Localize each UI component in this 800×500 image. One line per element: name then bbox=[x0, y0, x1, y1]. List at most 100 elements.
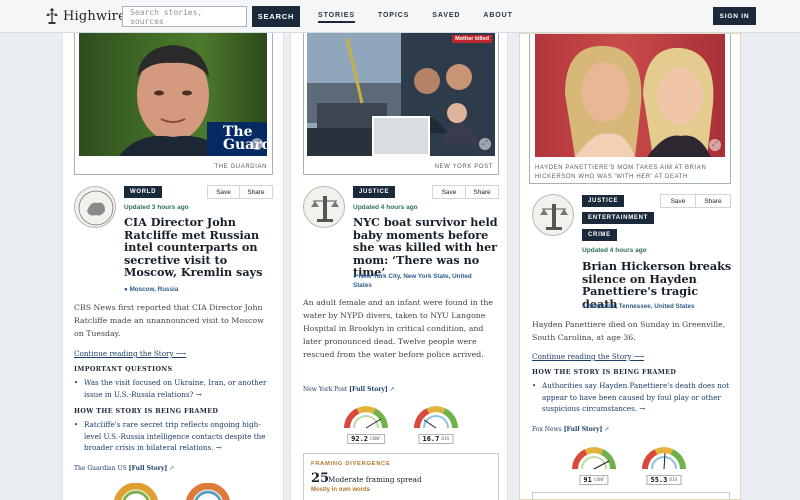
framing-divergence-box[interactable]: FRAMING DIVERGENCE 25 Moderate framing s… bbox=[303, 453, 499, 500]
photo-caption: HAYDEN PANETTIERE'S MOM TAKES AIM AT BRI… bbox=[535, 165, 707, 180]
share-button[interactable]: Share bbox=[465, 185, 499, 199]
external-link-icon: ↗ bbox=[169, 465, 175, 472]
story-photo[interactable]: ⤢ bbox=[535, 34, 725, 157]
gauge-number: 16.7 bbox=[422, 435, 440, 443]
summary: CBS News first reported that CIA Directo… bbox=[74, 303, 264, 338]
category-tag[interactable]: WORLD bbox=[124, 186, 163, 198]
location: ● Moscow, Russia bbox=[124, 285, 274, 294]
gauge-value: 16.7 DIV bbox=[418, 434, 454, 444]
framing-heading: HOW THE STORY IS BEING FRAMED bbox=[532, 369, 677, 376]
divergence-gauge: 55.3 DIV bbox=[641, 445, 687, 485]
sign-in-button[interactable]: SIGN IN bbox=[713, 7, 756, 25]
framing-box-partial bbox=[532, 492, 730, 499]
source-link[interactable]: New York Post [Full Story] ↗ bbox=[303, 386, 395, 393]
story-card-2: Mother killed ⤢ NEW YORK POST JUSTICE Sa… bbox=[290, 33, 508, 500]
gauge-value: 92.2 CONF bbox=[347, 434, 385, 444]
gauge-partial bbox=[185, 482, 231, 500]
story-card-3: ⤢ HAYDEN PANETTIERE'S MOM TAKES AIM AT B… bbox=[519, 33, 741, 500]
gauge-number: 91 bbox=[583, 476, 592, 484]
continue-reading-link[interactable]: Continue reading the Story ⟶ bbox=[74, 349, 186, 358]
top-bar: Highwire Search stories, sources SEARCH … bbox=[0, 0, 800, 33]
question-item[interactable]: Was the visit focused on Ukraine, Iran, … bbox=[74, 377, 270, 400]
headline[interactable]: CIA Director John Ratcliffe met Russian … bbox=[124, 216, 274, 279]
photo-badge: Mother killed bbox=[452, 35, 492, 43]
gauge-dial bbox=[572, 447, 616, 470]
nav-about[interactable]: ABOUT bbox=[483, 12, 512, 23]
photo-caption: THE GUARDIAN bbox=[214, 164, 267, 170]
seal-icon bbox=[74, 186, 116, 228]
gauge-unit: DIV bbox=[441, 436, 450, 442]
expand-icon[interactable]: ⤢ bbox=[709, 139, 721, 151]
save-button[interactable]: Save bbox=[207, 185, 240, 199]
category-tag[interactable]: CRIME bbox=[582, 229, 617, 241]
questions-heading: IMPORTANT QUESTIONS bbox=[74, 366, 173, 373]
full-story-link[interactable]: [Full Story] bbox=[349, 386, 388, 393]
photo-caption: NEW YORK POST bbox=[434, 164, 493, 170]
summary: Hayden Panettiere died on Sunday in Gree… bbox=[532, 320, 726, 342]
framing-heading: HOW THE STORY IS BEING FRAMED bbox=[74, 408, 219, 415]
category-tag[interactable]: JUSTICE bbox=[353, 186, 396, 198]
location: ● Nashville, Tennessee, United States bbox=[582, 302, 732, 311]
updated-time: Updated 4 hours ago bbox=[582, 247, 647, 254]
story-photo[interactable]: Mother killed ⤢ bbox=[307, 33, 495, 156]
search-input[interactable]: Search stories, sources bbox=[122, 6, 247, 27]
gauge-dial bbox=[642, 447, 686, 470]
gauge-partial bbox=[113, 482, 159, 500]
source-link[interactable]: The Guardian US [Full Story] ↗ bbox=[74, 465, 174, 472]
search-button[interactable]: SEARCH bbox=[252, 6, 300, 27]
external-link-icon: ↗ bbox=[604, 426, 610, 433]
framing-item[interactable]: Authorities say Hayden Panettiere's deat… bbox=[532, 380, 732, 415]
external-link-icon: ↗ bbox=[389, 386, 395, 393]
updated-time: Updated 4 hours ago bbox=[353, 204, 418, 211]
gauge-value: 55.3 DIV bbox=[646, 475, 682, 485]
gauge-number: 55.3 bbox=[650, 476, 668, 484]
location-text: New York City, New York State, United St… bbox=[353, 273, 472, 289]
justice-seal-icon bbox=[532, 194, 574, 236]
save-button[interactable]: Save bbox=[432, 185, 466, 199]
full-story-link[interactable]: [Full Story] bbox=[564, 426, 603, 433]
location: ● New York City, New York State, United … bbox=[353, 272, 473, 290]
expand-icon[interactable]: ⤢ bbox=[251, 138, 263, 150]
gauge-dial bbox=[414, 406, 458, 429]
source-name: Fox News bbox=[532, 426, 562, 433]
category-tag[interactable]: ENTERTAINMENT bbox=[582, 212, 654, 224]
continue-reading-link[interactable]: Continue reading the Story ⟶ bbox=[532, 352, 644, 361]
story-photo[interactable]: The Guardian ⤢ bbox=[79, 33, 267, 156]
justice-statue-icon bbox=[46, 8, 58, 24]
framebox-number: 25 bbox=[311, 471, 330, 486]
framebox-subtext: Mostly in own words bbox=[311, 487, 371, 493]
framing-item[interactable]: Ratcliffe's rare secret trip reflects on… bbox=[74, 419, 272, 454]
summary: An adult female and an infant were found… bbox=[303, 298, 493, 359]
divergence-gauge: 16.7 DIV bbox=[413, 404, 459, 444]
location-text: Nashville, Tennessee, United States bbox=[587, 303, 695, 310]
nav-saved[interactable]: SAVED bbox=[432, 12, 460, 23]
framebox-title: FRAMING DIVERGENCE bbox=[311, 461, 391, 467]
share-button[interactable]: Share bbox=[695, 194, 731, 208]
framebox-text: Moderate framing spread bbox=[328, 475, 422, 484]
headline[interactable]: NYC boat survivor held baby moments befo… bbox=[353, 216, 503, 279]
full-story-link[interactable]: [Full Story] bbox=[129, 465, 168, 472]
gauge-number: 92.2 bbox=[351, 435, 369, 443]
expand-icon[interactable]: ⤢ bbox=[479, 138, 491, 150]
main-nav: STORIES TOPICS SAVED ABOUT bbox=[318, 12, 536, 23]
gauge-unit: DIV bbox=[669, 477, 678, 483]
gauge-dial bbox=[344, 406, 388, 429]
nav-topics[interactable]: TOPICS bbox=[378, 12, 409, 23]
story-card-1: The Guardian ⤢ THE GUARDIAN WORLD Save S… bbox=[62, 33, 284, 500]
source-link[interactable]: Fox News [Full Story] ↗ bbox=[532, 426, 609, 433]
justice-seal-icon bbox=[303, 186, 345, 228]
category-tag[interactable]: JUSTICE bbox=[582, 195, 625, 207]
save-button[interactable]: Save bbox=[660, 194, 696, 208]
nav-stories[interactable]: STORIES bbox=[318, 12, 355, 23]
logo[interactable]: Highwire bbox=[45, 7, 126, 25]
collage-illustration bbox=[307, 33, 495, 156]
source-name: New York Post bbox=[303, 386, 348, 393]
confidence-gauge: 92.2 CONF bbox=[343, 404, 389, 444]
updated-time: Updated 3 hours ago bbox=[124, 204, 189, 211]
share-button[interactable]: Share bbox=[239, 185, 273, 199]
logo-text: Highwire bbox=[63, 8, 126, 24]
portrait-pair-illustration bbox=[565, 45, 714, 157]
gauge-value: 91 CONF bbox=[579, 475, 609, 485]
source-name: The Guardian US bbox=[74, 465, 127, 472]
gauge-unit: CONF bbox=[593, 477, 605, 483]
